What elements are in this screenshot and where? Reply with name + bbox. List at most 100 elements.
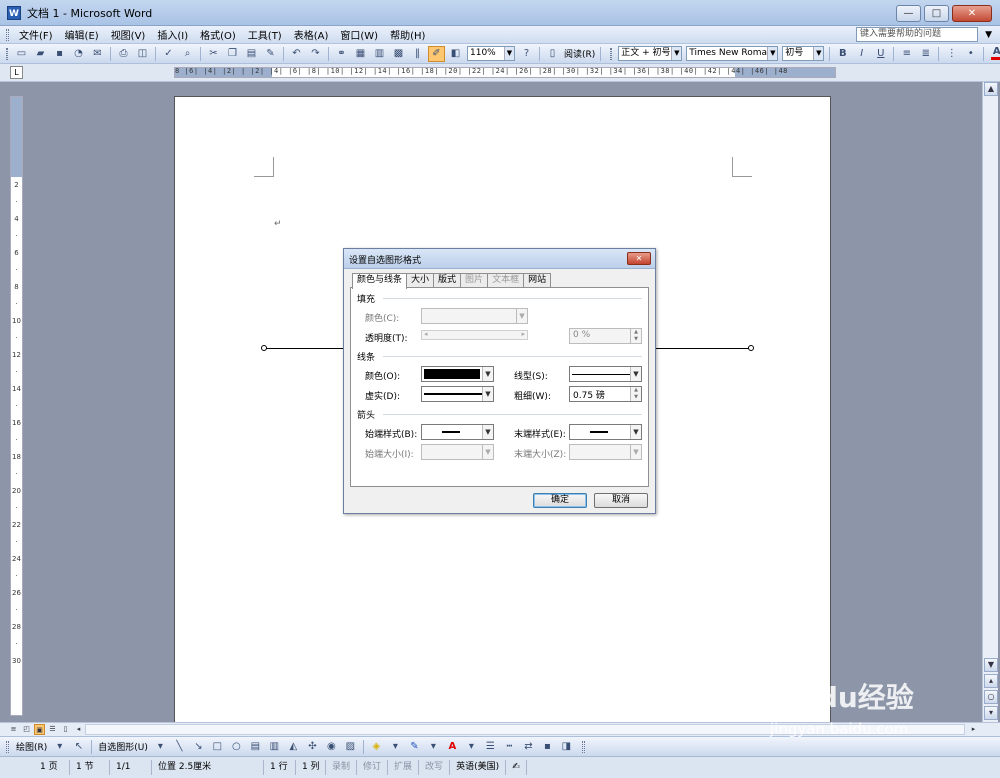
toolbar-grip-icon[interactable] bbox=[6, 47, 8, 60]
vertical-text-box-icon[interactable]: ▥ bbox=[266, 739, 283, 755]
chevron-down-icon[interactable]: ▼ bbox=[482, 367, 493, 381]
reading-view-icon[interactable]: ▯ bbox=[60, 724, 71, 735]
status-track-changes[interactable]: 修订 bbox=[357, 760, 389, 775]
menu-insert[interactable]: 插入(I) bbox=[151, 27, 194, 42]
menu-table[interactable]: 表格(A) bbox=[288, 27, 335, 42]
columns-icon[interactable]: ‖ bbox=[409, 46, 426, 62]
drawing-options-icon[interactable] bbox=[581, 740, 585, 753]
menu-grip-icon[interactable] bbox=[6, 28, 9, 41]
line-start-handle[interactable] bbox=[261, 345, 267, 351]
3d-style-icon[interactable]: ◨ bbox=[558, 739, 575, 755]
chevron-down-icon[interactable]: ▼ bbox=[630, 367, 641, 381]
help-icon[interactable]: ? bbox=[518, 46, 535, 62]
minimize-button[interactable]: — bbox=[896, 5, 921, 22]
text-box-icon[interactable]: ▤ bbox=[247, 739, 264, 755]
align-left-icon[interactable]: ≡ bbox=[898, 46, 915, 62]
tab-size[interactable]: 大小 bbox=[406, 273, 435, 288]
insert-table-icon[interactable]: ▥ bbox=[371, 46, 388, 62]
line-tool-icon[interactable]: ╲ bbox=[171, 739, 188, 755]
paragraph-mark[interactable]: ↵ bbox=[274, 219, 282, 229]
line-color-select[interactable]: ▼ bbox=[421, 366, 494, 382]
cut-icon[interactable]: ✂ bbox=[205, 46, 222, 62]
horizontal-ruler[interactable]: L 8 |6| |4| |2| | |2| |4| |6| |8| |10| |… bbox=[0, 64, 1000, 82]
spelling-icon[interactable]: ✓ bbox=[160, 46, 177, 62]
oval-tool-icon[interactable]: ○ bbox=[228, 739, 245, 755]
status-extend[interactable]: 扩展 bbox=[388, 760, 420, 775]
chevron-down-icon[interactable]: ▾ bbox=[51, 739, 68, 755]
line-weight-spinner[interactable]: ▲ ▼ bbox=[630, 387, 641, 401]
bold-button[interactable]: B bbox=[834, 46, 851, 62]
research-icon[interactable]: ⌕ bbox=[179, 46, 196, 62]
font-color-button[interactable]: A bbox=[988, 46, 1000, 62]
font-color-icon[interactable]: A bbox=[444, 739, 461, 755]
chevron-down-icon[interactable]: ▾ bbox=[463, 739, 480, 755]
line-color-icon[interactable]: ✎ bbox=[406, 739, 423, 755]
font-select[interactable]: Times New Roman ▼ bbox=[686, 46, 779, 61]
insert-excel-icon[interactable]: ▩ bbox=[390, 46, 407, 62]
menu-window[interactable]: 窗口(W) bbox=[334, 27, 384, 42]
save-icon[interactable]: ▪ bbox=[51, 46, 68, 62]
insert-picture-icon[interactable]: ▨ bbox=[342, 739, 359, 755]
normal-view-icon[interactable]: ≡ bbox=[8, 724, 19, 735]
drawing-grip-icon[interactable] bbox=[6, 740, 9, 753]
undo-icon[interactable]: ↶ bbox=[288, 46, 305, 62]
chevron-down-icon[interactable]: ▼ bbox=[630, 425, 641, 439]
open-folder-icon[interactable]: ▰ bbox=[32, 46, 49, 62]
copy-icon[interactable]: ❐ bbox=[224, 46, 241, 62]
line-style-icon[interactable]: ☰ bbox=[482, 739, 499, 755]
tab-colors-and-lines[interactable]: 颜色与线条 bbox=[352, 273, 408, 289]
autoshapes-menu-button[interactable]: 自选图形(U) bbox=[95, 740, 151, 753]
numbering-icon[interactable]: ⋮ bbox=[943, 46, 960, 62]
hyperlink-icon[interactable]: ⚭ bbox=[333, 46, 350, 62]
tab-stop-selector-icon[interactable]: L bbox=[10, 66, 23, 79]
format-painter-icon[interactable]: ✎ bbox=[262, 46, 279, 62]
begin-style-select[interactable]: ▼ bbox=[421, 424, 494, 440]
menu-format[interactable]: 格式(O) bbox=[194, 27, 242, 42]
font-size-select[interactable]: 初号 ▼ bbox=[782, 46, 825, 61]
shadow-style-icon[interactable]: ▪ bbox=[539, 739, 556, 755]
line-weight-input[interactable]: 0.75 磅 ▲ ▼ bbox=[569, 386, 642, 402]
menu-help[interactable]: 帮助(H) bbox=[384, 27, 431, 42]
bullets-icon[interactable]: • bbox=[962, 46, 979, 62]
spelling-status-icon[interactable]: ✍ bbox=[506, 760, 527, 775]
web-view-icon[interactable]: ◰ bbox=[21, 724, 32, 735]
diagram-icon[interactable]: ✣ bbox=[304, 739, 321, 755]
email-icon[interactable]: ✉ bbox=[89, 46, 106, 62]
italic-button[interactable]: I bbox=[853, 46, 870, 62]
chevron-down-icon[interactable]: ▾ bbox=[152, 739, 169, 755]
draw-menu-button[interactable]: 绘图(R) bbox=[13, 740, 50, 753]
new-document-icon[interactable]: ▭ bbox=[13, 46, 30, 62]
read-icon[interactable]: ▯ bbox=[544, 46, 561, 62]
close-button[interactable]: ✕ bbox=[952, 5, 992, 22]
print-icon[interactable]: ⎙ bbox=[115, 46, 132, 62]
dialog-close-button[interactable]: ✕ bbox=[627, 252, 651, 265]
menu-file[interactable]: 文件(F) bbox=[13, 27, 59, 42]
arrow-style-icon[interactable]: ⇄ bbox=[520, 739, 537, 755]
scroll-right-icon[interactable]: ▸ bbox=[968, 724, 979, 735]
tables-borders-icon[interactable]: ▦ bbox=[352, 46, 369, 62]
next-page-icon[interactable]: ▾ bbox=[984, 706, 998, 720]
fill-color-icon[interactable]: ◈ bbox=[368, 739, 385, 755]
vertical-ruler[interactable]: 2 · 4 · 6 · 8 · 10 · 12 · 14 · 16 · 18 ·… bbox=[10, 96, 23, 716]
chevron-down-icon[interactable]: ▼ bbox=[767, 47, 778, 60]
format-toolbar-grip-icon[interactable] bbox=[610, 47, 613, 60]
menu-view[interactable]: 视图(V) bbox=[105, 27, 152, 42]
chevron-down-icon[interactable]: ▾ bbox=[387, 739, 404, 755]
read-button[interactable]: 阅读(R) bbox=[562, 47, 597, 60]
menu-edit[interactable]: 编辑(E) bbox=[59, 27, 105, 42]
select-objects-icon[interactable]: ↖ bbox=[70, 739, 87, 755]
style-select[interactable]: 正文 + 初号 ▼ bbox=[618, 46, 683, 61]
maximize-button[interactable]: □ bbox=[924, 5, 949, 22]
status-overtype[interactable]: 改写 bbox=[419, 760, 451, 775]
help-dropdown-icon[interactable]: ▼ bbox=[985, 30, 992, 40]
word-app-icon[interactable]: W bbox=[7, 5, 21, 20]
line-end-handle[interactable] bbox=[748, 345, 754, 351]
tab-web[interactable]: 网站 bbox=[523, 273, 552, 288]
scroll-left-icon[interactable]: ◂ bbox=[73, 724, 84, 735]
wordart-icon[interactable]: ◭ bbox=[285, 739, 302, 755]
chevron-down-icon[interactable]: ▼ bbox=[504, 47, 514, 60]
select-browse-object-icon[interactable]: ○ bbox=[984, 690, 998, 704]
menu-tools[interactable]: 工具(T) bbox=[242, 27, 288, 42]
drawing-icon[interactable]: ✐ bbox=[428, 45, 445, 62]
previous-page-icon[interactable]: ▴ bbox=[984, 674, 998, 688]
